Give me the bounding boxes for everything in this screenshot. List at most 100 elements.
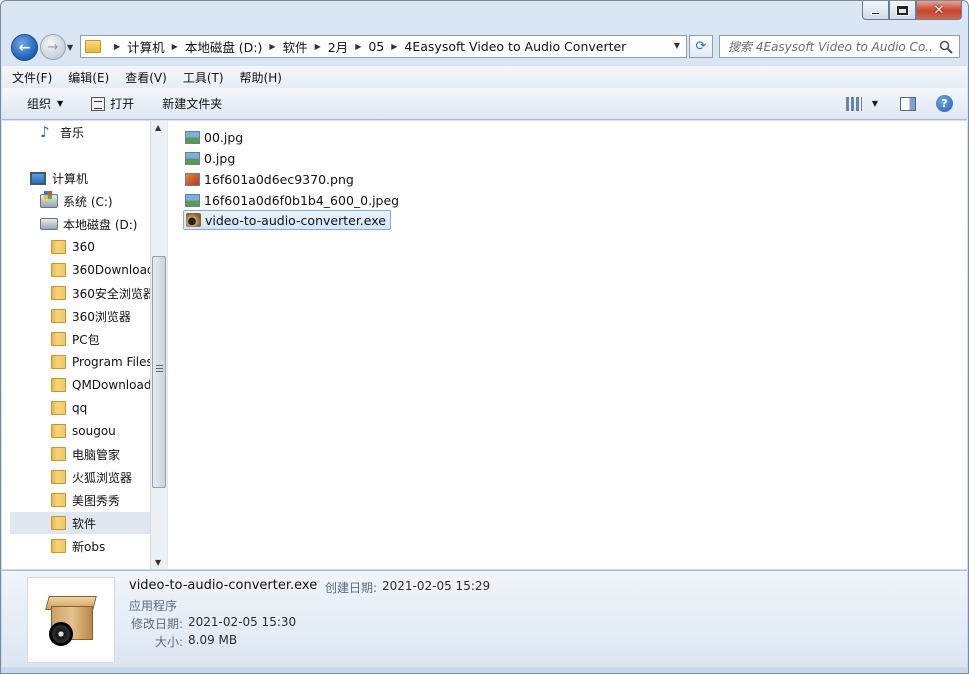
nav-item-label: QMDownload xyxy=(72,378,150,392)
file-name: 00.jpg xyxy=(204,129,244,145)
file-item-selected[interactable]: video-to-audio-converter.exe xyxy=(183,210,391,230)
folder-icon xyxy=(51,401,66,415)
nav-item-computer[interactable]: 计算机 xyxy=(30,167,88,189)
menu-view[interactable]: 查看(V) xyxy=(125,69,167,86)
nav-item-folder[interactable]: 新obs xyxy=(51,535,105,557)
film-reel-icon xyxy=(49,622,73,646)
scroll-up-icon[interactable]: ▲ xyxy=(155,123,161,132)
details-created-value: 2021-02-05 15:29 xyxy=(382,579,491,593)
file-item[interactable]: 0.jpg xyxy=(185,148,239,168)
breadcrumb-separator-icon[interactable]: ▶ xyxy=(269,42,275,51)
nav-item-folder[interactable]: Program Files xyxy=(51,351,150,373)
help-icon[interactable]: ? xyxy=(936,95,953,112)
jpeg-icon xyxy=(185,193,200,207)
computer-icon xyxy=(30,171,46,185)
scrollbar-thumb[interactable] xyxy=(152,256,166,488)
hard-drive-icon xyxy=(40,218,58,230)
breadcrumb-day[interactable]: 05 xyxy=(368,39,384,54)
address-bar[interactable]: ▶ 计算机 ▶ 本地磁盘 (D:) ▶ 软件 ▶ 2月 ▶ 05 ▶ 4Easy… xyxy=(80,35,687,58)
breadcrumb-drive[interactable]: 本地磁盘 (D:) xyxy=(185,37,263,56)
file-list: 00.jpg 0.jpg 16f601a0d6ec9370.png 16f601… xyxy=(167,121,967,569)
breadcrumb-current-folder[interactable]: 4Easysoft Video to Audio Converter xyxy=(404,39,626,54)
breadcrumb-separator-icon[interactable]: ▶ xyxy=(172,42,178,51)
nav-item-label: Program Files xyxy=(72,355,150,369)
new-folder-label: 新建文件夹 xyxy=(162,97,223,111)
command-bar: 组织 ▼ 打开 新建文件夹 ▼ ? xyxy=(2,88,967,120)
nav-item-label: sougou xyxy=(72,424,116,438)
change-view-icon[interactable] xyxy=(845,96,862,111)
menu-file[interactable]: 文件(F) xyxy=(12,69,52,86)
nav-item-folder[interactable]: QMDownload xyxy=(51,374,150,396)
details-size-label: 大小: xyxy=(155,635,184,649)
file-thumbnail xyxy=(27,577,115,663)
recent-pages-dropdown[interactable]: ▼ xyxy=(67,43,73,52)
nav-item-folder[interactable]: PC包 xyxy=(51,328,100,350)
breadcrumb-month[interactable]: 2月 xyxy=(328,37,348,56)
organize-button[interactable]: 组织 ▼ xyxy=(27,95,63,112)
nav-item-label: 美图秀秀 xyxy=(72,493,121,508)
folder-icon xyxy=(85,40,101,53)
forward-button[interactable]: → xyxy=(40,34,66,60)
nav-item-label: 360Download xyxy=(72,263,150,277)
folder-icon xyxy=(51,516,66,530)
nav-item-label: 音乐 xyxy=(60,125,85,140)
breadcrumb-separator-icon[interactable]: ▶ xyxy=(114,42,120,51)
nav-item-label: PC包 xyxy=(72,332,100,347)
nav-item-label: qq xyxy=(72,401,88,415)
windows-drive-icon xyxy=(40,191,58,208)
details-pane: video-to-audio-converter.exe 创建日期: 2021-… xyxy=(2,570,967,667)
menu-help[interactable]: 帮助(H) xyxy=(240,69,282,86)
folder-icon xyxy=(51,493,66,507)
nav-item-system-drive[interactable]: 系统 (C:) xyxy=(40,190,113,212)
breadcrumb-separator-icon[interactable]: ▶ xyxy=(391,42,397,51)
view-options-chevron-icon[interactable]: ▼ xyxy=(872,99,878,108)
address-dropdown-icon[interactable]: ▼ xyxy=(674,41,680,50)
back-button[interactable]: ← xyxy=(11,34,38,61)
nav-item-folder[interactable]: 360安全浏览器 xyxy=(51,282,150,304)
refresh-button[interactable]: ⟳ xyxy=(689,35,713,58)
open-button[interactable]: 打开 xyxy=(91,95,134,112)
open-label: 打开 xyxy=(110,97,135,111)
breadcrumb-computer[interactable]: 计算机 xyxy=(127,37,165,56)
menu-tools[interactable]: 工具(T) xyxy=(183,69,224,86)
nav-item-folder[interactable]: 火狐浏览器 xyxy=(51,466,132,488)
breadcrumb-separator-icon[interactable]: ▶ xyxy=(355,42,361,51)
file-item[interactable]: 16f601a0d6ec9370.png xyxy=(185,169,358,189)
file-item[interactable]: 00.jpg xyxy=(185,127,247,147)
maximize-button[interactable] xyxy=(889,1,916,20)
search-icon[interactable] xyxy=(939,40,953,54)
new-folder-button[interactable]: 新建文件夹 xyxy=(162,95,222,112)
breadcrumb-software[interactable]: 软件 xyxy=(283,37,308,56)
search-box[interactable]: 搜索 4Easysoft Video to Audio Co... xyxy=(719,35,960,58)
file-name: video-to-audio-converter.exe xyxy=(205,212,386,228)
nav-item-folder[interactable]: qq xyxy=(51,397,87,419)
nav-item-folder[interactable]: 360浏览器 xyxy=(51,305,131,327)
minimize-button[interactable] xyxy=(862,1,889,20)
close-button[interactable]: ✕ xyxy=(916,1,962,20)
nav-item-label: 360 xyxy=(72,240,95,254)
breadcrumb-separator-icon[interactable]: ▶ xyxy=(315,42,321,51)
menu-edit[interactable]: 编辑(E) xyxy=(68,69,109,86)
nav-item-folder[interactable]: 电脑管家 xyxy=(51,443,120,465)
nav-item-label: 火狐浏览器 xyxy=(72,470,133,485)
search-placeholder[interactable]: 搜索 4Easysoft Video to Audio Co... xyxy=(728,38,933,55)
preview-pane-icon[interactable] xyxy=(900,96,916,111)
explorer-window: ✕ ← → ▼ ▶ 计算机 ▶ 本地磁盘 (D:) ▶ 软件 ▶ 2月 ▶ 05… xyxy=(0,0,969,674)
nav-item-label: 360安全浏览器 xyxy=(72,286,150,301)
navigation-scrollbar[interactable]: ▲ ▼ xyxy=(150,121,167,569)
scroll-down-icon[interactable]: ▼ xyxy=(155,558,161,567)
nav-item-music[interactable]: ♪ 音乐 xyxy=(40,121,84,143)
file-item[interactable]: 16f601a0d6f0b1b4_600_0.jpeg xyxy=(185,190,403,210)
folder-icon xyxy=(51,286,66,300)
png-icon xyxy=(185,172,200,186)
nav-item-folder[interactable]: 360Download xyxy=(51,259,150,281)
nav-item-folder[interactable]: 360 xyxy=(51,236,95,258)
nav-item-folder[interactable]: sougou xyxy=(51,420,116,442)
nav-item-folder[interactable]: 美图秀秀 xyxy=(51,489,120,511)
folder-icon xyxy=(51,240,66,254)
details-modified-value: 2021-02-05 15:30 xyxy=(188,615,297,629)
music-note-icon: ♪ xyxy=(40,123,50,141)
refresh-icon: ⟳ xyxy=(695,39,707,54)
nav-item-folder-selected[interactable]: 软件 xyxy=(10,512,150,534)
nav-item-local-drive[interactable]: 本地磁盘 (D:) xyxy=(40,213,137,235)
